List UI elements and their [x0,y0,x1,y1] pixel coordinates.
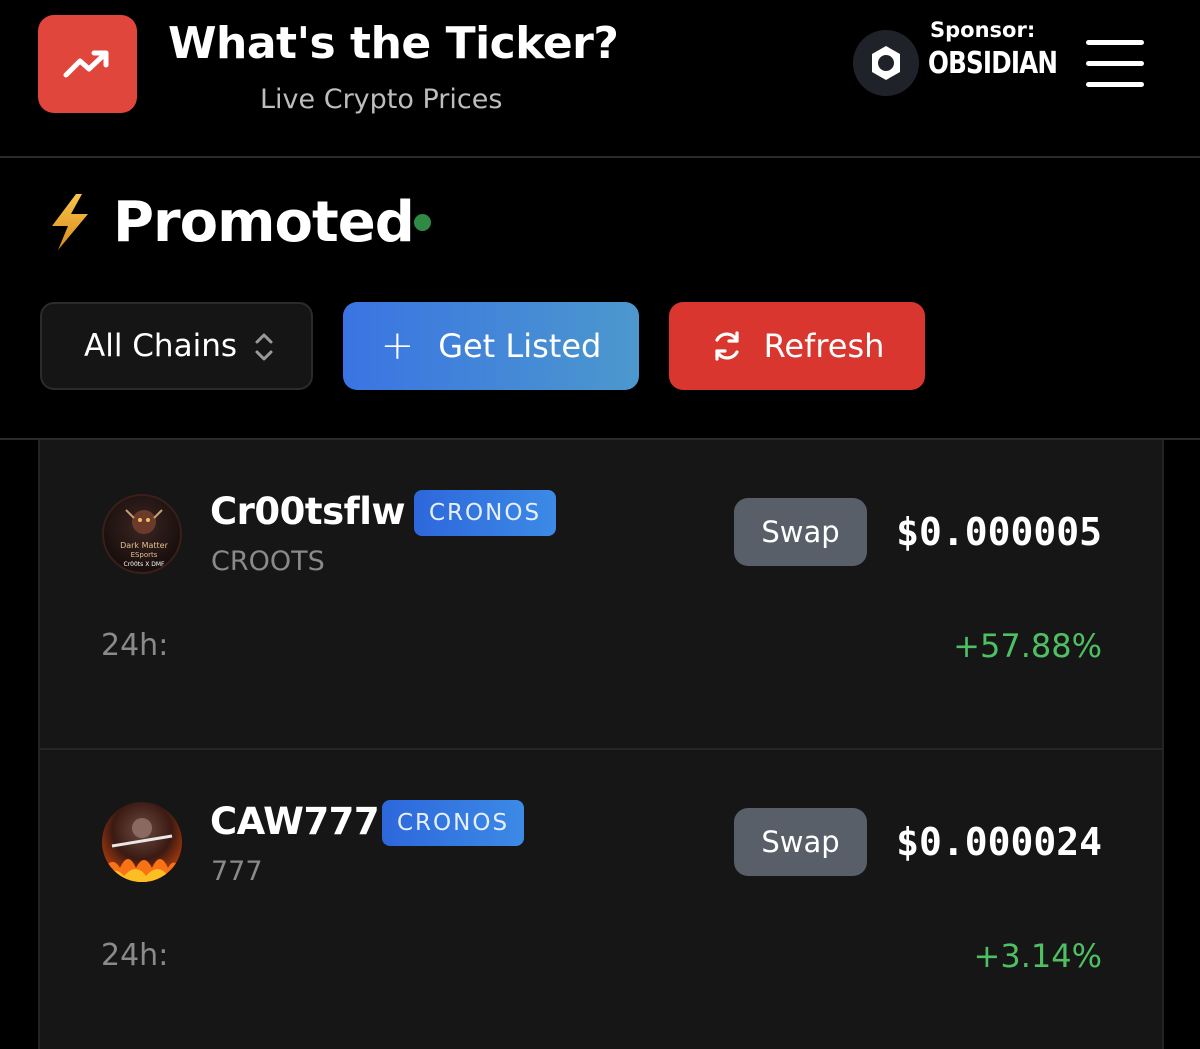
plus-icon: + [380,323,415,369]
refresh-button[interactable]: Refresh [669,302,925,390]
chain-badge: CRONOS [382,800,525,846]
app-logo[interactable] [38,15,137,113]
swap-button[interactable]: Swap [734,808,867,876]
token-symbol: CROOTS [211,546,325,577]
sponsor-name[interactable]: OBSIDIAN [928,46,1058,81]
token-name: CAW777 [210,800,380,843]
token-list: Dark Matter ESports Cr00ts X DMF Cr00tsf… [38,440,1164,1049]
trending-up-icon [63,50,108,78]
get-listed-label: Get Listed [438,327,602,365]
caw777-logo [102,818,182,882]
avatar-text-2: ESports [131,551,158,559]
chain-badge: CRONOS [414,490,557,536]
sponsor-logo[interactable] [853,30,919,96]
lightning-bolt-icon [52,194,88,250]
obsidian-logo-icon [872,46,900,80]
chain-select-value: All Chains [84,328,237,364]
token-price: $0.000005 [896,510,1102,554]
section-title: Promoted [113,190,415,255]
app-subtitle: Live Crypto Prices [260,84,503,115]
token-symbol: 777 [211,856,263,887]
token-card[interactable]: CAW777 CRONOS 777 Swap $0.000024 24h: +3… [40,748,1162,1049]
token-name: Cr00tsflw [210,490,406,533]
get-listed-button[interactable]: + Get Listed [343,302,639,390]
token-card[interactable]: Dark Matter ESports Cr00ts X DMF Cr00tsf… [40,440,1162,748]
change-24h-value: +3.14% [973,937,1102,975]
live-status-dot [414,214,431,231]
token-avatar [102,802,182,882]
swap-button[interactable]: Swap [734,498,867,566]
avatar-text-3: Cr00ts X DMF [124,561,165,568]
change-24h-label: 24h: [101,938,169,973]
refresh-icon [714,331,739,361]
token-avatar: Dark Matter ESports Cr00ts X DMF [102,494,182,574]
dark-matter-esports-logo: Dark Matter ESports Cr00ts X DMF [120,509,169,568]
refresh-label: Refresh [763,327,885,365]
change-24h-value: +57.88% [953,627,1102,665]
app-title: What's the Ticker? [168,18,619,69]
app-header: What's the Ticker? Live Crypto Prices Sp… [0,0,1200,158]
chain-select[interactable]: All Chains [40,302,313,390]
token-price: $0.000024 [896,820,1102,864]
change-24h-label: 24h: [101,628,169,663]
chevron-up-down-icon [255,333,273,361]
sponsor-label: Sponsor: [930,18,1036,42]
hamburger-menu-icon[interactable] [1084,40,1146,88]
avatar-text-1: Dark Matter [120,541,169,550]
